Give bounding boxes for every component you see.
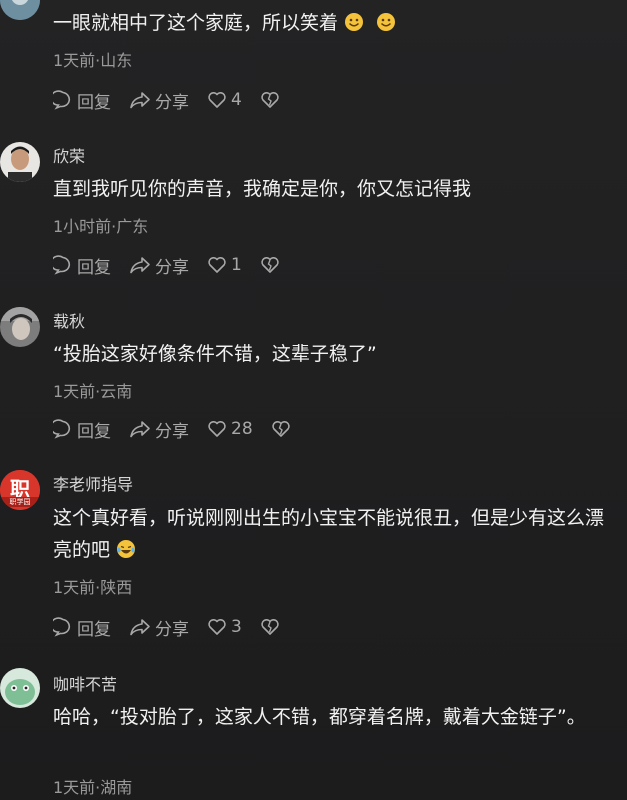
smile-emoji-icon — [344, 10, 364, 31]
share-arrow-icon — [130, 421, 150, 438]
like-button[interactable]: 1 — [207, 255, 242, 275]
reply-label: 回复 — [77, 619, 111, 640]
speech-bubble-icon — [53, 419, 71, 439]
username[interactable]: 咖啡不苦 — [53, 671, 117, 695]
heart-icon — [208, 619, 226, 635]
speech-bubble-icon — [53, 90, 71, 110]
avatar[interactable] — [0, 668, 40, 708]
reply-button[interactable]: 回复 — [53, 253, 111, 278]
share-arrow-icon — [130, 92, 150, 109]
like-button[interactable]: 28 — [207, 419, 253, 439]
reply-button[interactable]: 回复 — [53, 88, 111, 113]
share-button[interactable]: 分享 — [129, 88, 189, 113]
speech-bubble-icon — [53, 255, 71, 275]
broken-heart-icon — [261, 257, 279, 273]
comment-text: “投胎这家好像条件不错，这辈子稳了” — [53, 343, 377, 365]
username[interactable]: 李老师指导 — [53, 471, 133, 495]
broken-heart-icon — [261, 92, 279, 108]
share-label: 分享 — [155, 619, 189, 640]
comment-meta: 1天前·陕西 — [53, 578, 133, 597]
comment-text: 哈哈，“投对胎了，这家人不错，都穿着名牌，戴着大金链子”。 — [53, 706, 586, 728]
dislike-button[interactable] — [260, 617, 284, 637]
username[interactable]: 欣荣 — [53, 143, 85, 167]
share-arrow-icon — [130, 257, 150, 274]
heart-icon — [208, 421, 226, 437]
like-count: 4 — [231, 90, 242, 110]
comments-page: 一眼就相中了这个家庭，所以笑着 1天前·山东 回复 分享 4 欣荣 直到我听见你… — [0, 0, 627, 800]
dislike-button[interactable] — [260, 90, 284, 110]
comment-meta: 1天前·云南 — [53, 382, 133, 401]
share-button[interactable]: 分享 — [129, 253, 189, 278]
comment-actions: 回复 分享 4 — [53, 88, 302, 113]
broken-heart-icon — [261, 619, 279, 635]
share-label: 分享 — [155, 257, 189, 278]
reply-button[interactable]: 回复 — [53, 417, 111, 442]
reply-label: 回复 — [77, 257, 111, 278]
speech-bubble-icon — [53, 617, 71, 637]
like-count: 28 — [231, 419, 253, 439]
share-button[interactable]: 分享 — [129, 417, 189, 442]
laugh-cry-emoji-icon — [116, 537, 136, 558]
smile-emoji-icon — [376, 10, 396, 31]
comment-actions: 回复 分享 3 — [53, 615, 302, 640]
comment-text: 直到我听见你的声音，我确定是你，你又怎记得我 — [53, 178, 472, 200]
broken-heart-icon — [271, 421, 290, 437]
comment-meta: 1天前·湖南 — [53, 778, 133, 797]
share-label: 分享 — [155, 92, 189, 113]
like-button[interactable]: 3 — [207, 617, 242, 637]
heart-icon — [208, 257, 226, 273]
reply-label: 回复 — [77, 92, 111, 113]
username[interactable]: 载秋 — [53, 308, 85, 332]
avatar[interactable] — [0, 307, 40, 347]
avatar[interactable] — [0, 142, 40, 182]
avatar-logo-subtext: 职学园 — [0, 497, 40, 507]
reply-button[interactable]: 回复 — [53, 615, 111, 640]
like-count: 1 — [231, 255, 242, 275]
comment-actions: 回复 分享 28 — [53, 417, 313, 442]
dislike-button[interactable] — [260, 255, 284, 275]
dislike-button[interactable] — [271, 419, 295, 439]
share-button[interactable]: 分享 — [129, 615, 189, 640]
share-arrow-icon — [130, 619, 150, 636]
comment-text: 这个真好看，听说刚刚出生的小宝宝不能说很丑，但是少有这么漂亮的吧 — [53, 507, 605, 561]
comment-actions: 回复 分享 1 — [53, 253, 302, 278]
avatar[interactable]: 职 职学园 — [0, 470, 40, 510]
share-label: 分享 — [155, 421, 189, 442]
reply-label: 回复 — [77, 421, 111, 442]
heart-icon — [208, 92, 226, 108]
avatar[interactable] — [0, 0, 40, 20]
comment-meta: 1小时前·广东 — [53, 217, 149, 236]
like-count: 3 — [231, 617, 242, 637]
comment-text: 一眼就相中了这个家庭，所以笑着 — [53, 7, 613, 39]
like-button[interactable]: 4 — [207, 90, 242, 110]
comment-meta: 1天前·山东 — [53, 51, 133, 70]
